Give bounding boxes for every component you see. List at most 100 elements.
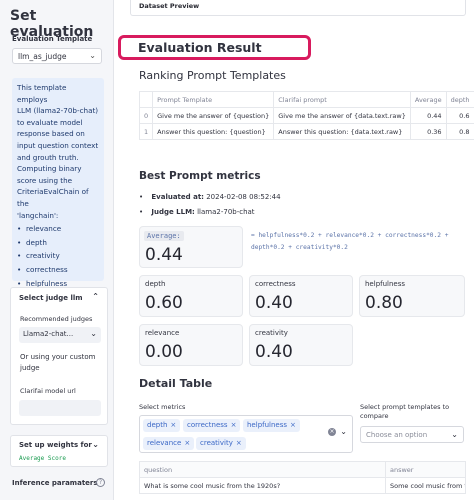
sidebar: Set evaluation Evaluation Template llm_a… <box>0 0 114 500</box>
table-cell: Give me the answer of {question} <box>152 107 275 124</box>
table-header <box>138 91 154 108</box>
table-cell: 1 <box>138 123 154 140</box>
table-header: answer <box>385 461 466 478</box>
metric-chip-label: helpfulness <box>247 421 288 429</box>
metric-label: helpfulness <box>365 280 406 288</box>
metric-chip[interactable]: correctness × <box>183 419 241 432</box>
metric-value: 0.40 <box>255 293 293 313</box>
average-tag: Average: <box>144 231 184 241</box>
metrics-multiselect[interactable]: depth × correctness × helpfulness × relevan… <box>139 415 353 453</box>
metric-value: 0.60 <box>145 293 183 313</box>
ranking-title: Ranking Prompt Templates <box>139 69 286 82</box>
recommended-judge-select[interactable]: Llama2-chat... ⌄ <box>19 327 101 343</box>
custom-judge-text: Or using your custom judge <box>20 353 96 372</box>
chevron-down-icon: ⌄ <box>92 440 99 449</box>
average-value: 0.44 <box>145 245 183 265</box>
help-icon[interactable]: ? <box>96 478 105 487</box>
average-formula: = helpfulness*0.2 + relevance*0.2 + corr… <box>251 232 449 251</box>
select-metrics-label: Select metrics <box>139 403 186 411</box>
table-header: Prompt Template <box>152 91 275 108</box>
judge-llm-label: Judge LLM: <box>151 208 195 216</box>
metric-chip[interactable]: helpfulness × <box>243 419 300 432</box>
table-header: question <box>139 461 386 478</box>
metric-label: depth <box>145 280 166 288</box>
table-header: Clarifai prompt <box>273 91 411 108</box>
dataset-preview-label: Dataset Preview <box>139 2 200 10</box>
table-cell: Some cool music from th <box>385 477 466 494</box>
close-icon[interactable]: × <box>236 439 242 447</box>
evaluated-at-value: 2024-02-08 08:52:44 <box>206 193 281 201</box>
weights-code: Average Score <box>19 455 66 462</box>
weights-title: Set up weights for <box>19 441 92 449</box>
table-row: 0 Give me the answer of {question} Give … <box>138 107 474 124</box>
inference-label: Inference paramaters <box>12 479 98 487</box>
close-icon[interactable]: × <box>290 421 296 429</box>
metric-card: creativity 0.40 <box>249 324 353 366</box>
metric-card: depth 0.60 <box>139 275 243 317</box>
table-cell: 0.6 <box>445 107 474 124</box>
chevron-down-icon[interactable]: ⌄ <box>340 427 347 436</box>
metric-chip-label: depth <box>147 421 168 429</box>
judge-llm-value: llama2-70b-chat <box>197 208 255 216</box>
criteria-item: depth <box>17 236 99 250</box>
clear-all-icon[interactable]: × <box>328 428 336 436</box>
table-cell: 0.8 <box>445 123 474 140</box>
dataset-preview-expander[interactable]: Dataset Preview <box>130 0 466 16</box>
table-cell: Answer this question: {data.text.raw} <box>273 123 411 140</box>
judge-llm-title: Select judge llm <box>19 294 83 302</box>
weights-header[interactable]: Set up weights for ⌄ <box>11 436 107 455</box>
table-header: Average <box>409 91 447 108</box>
compare-templates-select[interactable]: Choose an option ⌄ <box>360 426 464 443</box>
judge-llm-item: Judge LLM: llama2-70b-chat <box>139 208 255 216</box>
recommended-label: Recommended judges <box>20 315 93 323</box>
criteria-item: correctness <box>17 263 99 277</box>
table-header: depth <box>445 91 474 108</box>
table-header-row: question answer <box>139 461 466 478</box>
table-cell: 0.44 <box>409 107 447 124</box>
criteria-item: creativity <box>17 249 99 263</box>
metric-value: 0.40 <box>255 342 293 362</box>
table-row: 1 Answer this question: {question} Answe… <box>138 123 474 140</box>
ranking-table: Prompt Template Clarifai prompt Average … <box>138 91 474 140</box>
table-header-row: Prompt Template Clarifai prompt Average … <box>138 91 474 108</box>
model-url-input[interactable] <box>19 400 101 416</box>
table-cell: 0.36 <box>409 123 447 140</box>
chevron-up-icon: ⌃ <box>92 292 99 301</box>
metric-label: relevance <box>145 329 180 337</box>
metric-card: relevance 0.00 <box>139 324 243 366</box>
detail-table-title: Detail Table <box>139 377 213 390</box>
metric-value: 0.80 <box>365 293 403 313</box>
metric-label: correctness <box>255 280 296 288</box>
evaluated-at-item: Evaluated at: 2024-02-08 08:52:44 <box>139 193 281 201</box>
table-cell: Answer this question: {question} <box>152 123 275 140</box>
template-select[interactable]: llm_as_judge ⌄ <box>12 48 102 64</box>
compare-templates-label: Select prompt templates to compare <box>360 403 450 420</box>
template-label: Evaluation Template <box>12 35 93 43</box>
main-content: Dataset Preview Evaluation Result Rankin… <box>115 0 474 500</box>
app-root: Set evaluation Evaluation Template llm_a… <box>0 0 474 500</box>
metric-chip[interactable]: relevance × <box>143 437 195 450</box>
judge-llm-card: Select judge llm ⌃ Recommended judges Ll… <box>10 287 108 425</box>
metric-chip[interactable]: depth × <box>143 419 181 432</box>
template-info-box: This template employs LLM (llama2-70b-ch… <box>12 78 104 290</box>
weights-card: Set up weights for ⌄ Average Score <box>10 435 108 467</box>
chevron-down-icon: ⌄ <box>451 430 458 439</box>
metric-value: 0.00 <box>145 342 183 362</box>
template-description: This template employs LLM (llama2-70b-ch… <box>17 83 99 220</box>
compare-templates-placeholder: Choose an option <box>366 431 428 439</box>
chevron-down-icon: ⌄ <box>89 51 96 60</box>
average-metric: Average: 0.44 <box>139 226 243 268</box>
evaluated-at-label: Evaluated at: <box>151 193 204 201</box>
criteria-list: relevance depth creativity correctness h… <box>17 222 99 290</box>
close-icon[interactable]: × <box>170 421 176 429</box>
template-select-value: llm_as_judge <box>18 52 67 61</box>
close-icon[interactable]: × <box>231 421 237 429</box>
metric-label: creativity <box>255 329 288 337</box>
close-icon[interactable]: × <box>184 439 190 447</box>
metric-chip[interactable]: creativity × <box>196 437 246 450</box>
judge-llm-header[interactable]: Select judge llm ⌃ <box>11 288 107 308</box>
metric-card: correctness 0.40 <box>249 275 353 317</box>
recommended-judge-value: Llama2-chat... <box>23 330 74 338</box>
table-cell: What is some cool music from the 1920s? <box>139 477 386 494</box>
metric-chip-label: creativity <box>200 439 233 447</box>
